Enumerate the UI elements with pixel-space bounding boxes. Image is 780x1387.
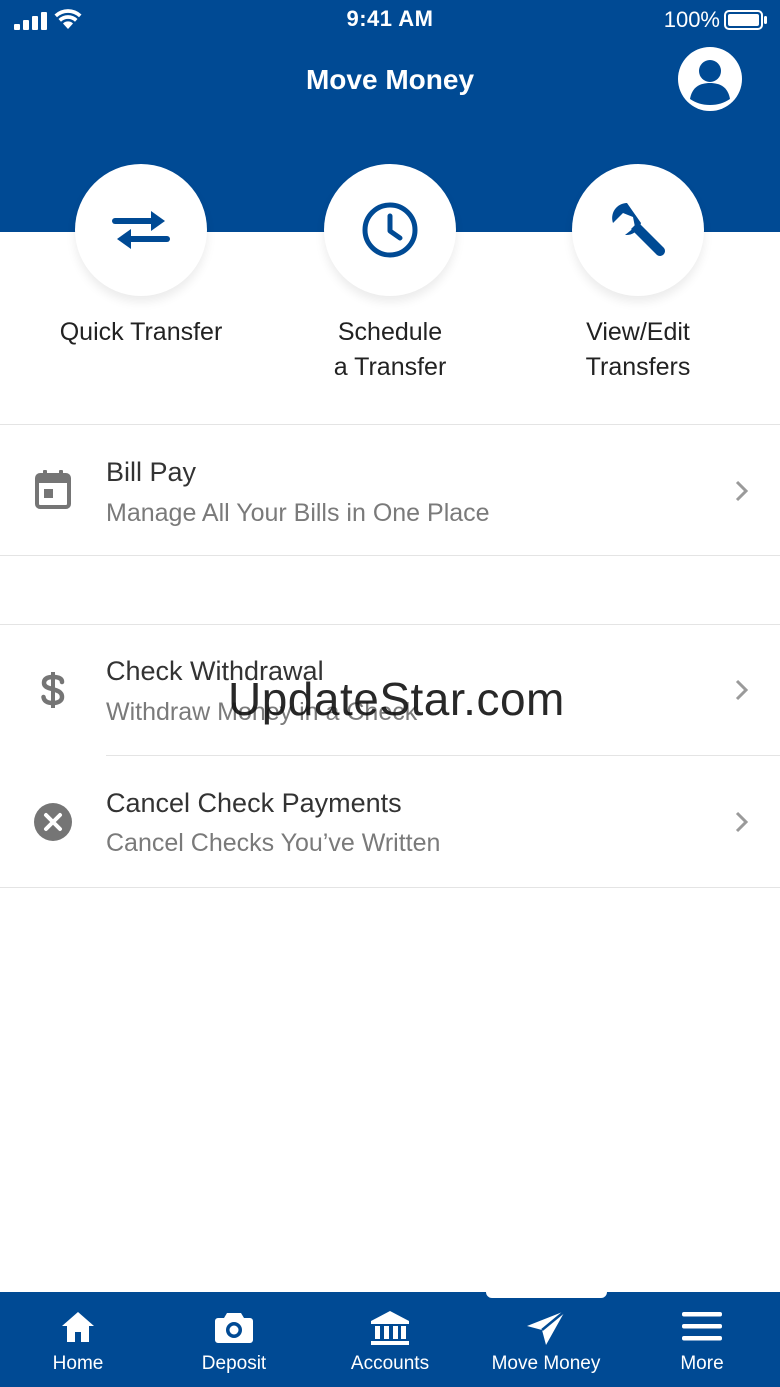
bill-pay-title: Bill Pay [106,457,197,487]
clock-icon [362,202,418,258]
status-bar: 9:41 AM 100% [0,0,780,40]
camera-icon [215,1313,253,1343]
swap-arrows-icon [112,211,170,249]
tab-more[interactable]: More [624,1292,780,1387]
divider [0,887,780,888]
profile-button[interactable] [678,47,742,111]
list-item-bill-pay[interactable]: Bill Pay Manage All Your Bills in One Pl… [0,425,780,555]
view-edit-transfers-button[interactable]: View/Edit Transfers [523,164,753,385]
calendar-icon [32,468,74,510]
bill-pay-subtitle: Manage All Your Bills in One Place [106,499,490,527]
cancel-check-title: Cancel Check Payments [106,788,402,818]
tab-move-money-label: Move Money [491,1353,601,1374]
wrench-icon [612,203,665,256]
user-icon [690,60,730,105]
chevron-right-icon [735,480,749,502]
cancel-check-subtitle: Cancel Checks You’ve Written [106,829,441,857]
chevron-right-icon [735,679,749,701]
list-item-cancel-check-payments[interactable]: Cancel Check Payments Cancel Checks You’… [0,756,780,886]
quick-transfer-circle [75,164,207,296]
view-edit-transfers-circle [572,164,704,296]
send-icon [527,1310,566,1345]
divider [0,555,780,556]
watermark: UpdateStar.com [228,673,565,725]
chevron-right-icon [735,811,749,833]
tab-accounts-label: Accounts [350,1353,430,1374]
dollar-icon [32,669,74,711]
schedule-transfer-circle [324,164,456,296]
home-icon [62,1312,94,1342]
schedule-transfer-label: Schedule a Transfer [333,318,447,381]
battery-percent: 100% [663,7,720,32]
tab-more-label: More [680,1353,724,1374]
menu-icon [682,1312,722,1341]
quick-transfer-button[interactable]: Quick Transfer [26,164,256,350]
tab-move-money[interactable]: Move Money [468,1292,624,1387]
battery-icon [724,10,767,30]
tab-home-label: Home [52,1353,104,1374]
tab-accounts[interactable]: Accounts [312,1292,468,1387]
tab-deposit-label: Deposit [201,1353,267,1374]
view-edit-transfers-label: View/Edit Transfers [585,318,691,381]
tab-deposit[interactable]: Deposit [156,1292,312,1387]
quick-transfer-label: Quick Transfer [59,318,223,346]
schedule-transfer-button[interactable]: Schedule a Transfer [275,164,505,385]
bank-icon [371,1311,409,1345]
page-title: Move Money [305,64,475,95]
cancel-circle-icon [32,801,74,843]
tab-home[interactable]: Home [0,1292,156,1387]
